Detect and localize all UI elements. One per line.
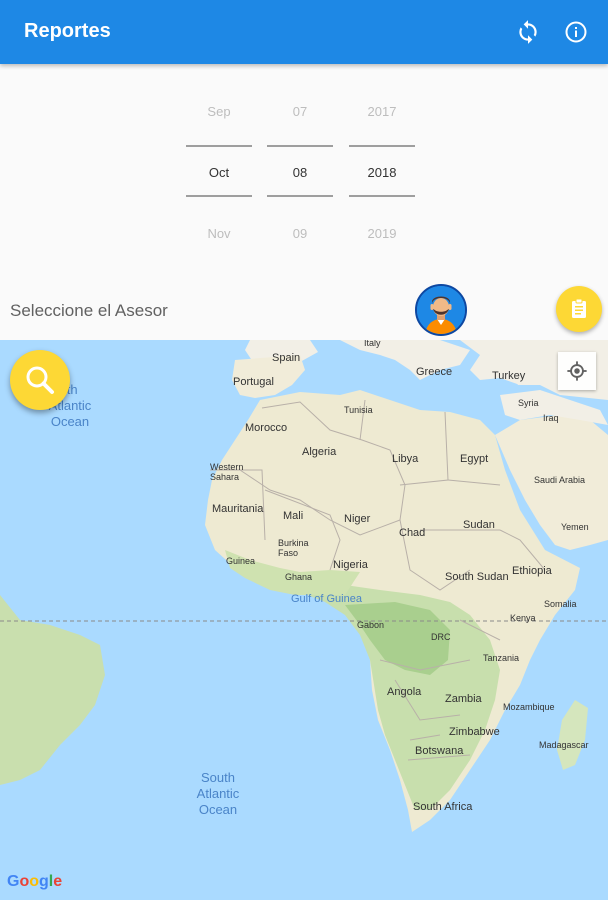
map-label: Niger: [344, 513, 371, 525]
app-title: Reportes: [24, 20, 111, 42]
map-label: Portugal: [233, 376, 274, 388]
day-next[interactable]: 09: [267, 226, 333, 241]
year-next[interactable]: 2019: [349, 226, 415, 241]
divider: [186, 195, 252, 197]
map-label: Zambia: [445, 693, 482, 705]
report-button[interactable]: [556, 286, 602, 332]
app-bar: Reportes: [0, 0, 608, 64]
map-label: South Sudan: [445, 571, 509, 583]
month-prev[interactable]: Sep: [186, 104, 252, 119]
map-label: Burkina Faso: [278, 538, 309, 558]
map-label: DRC: [431, 632, 451, 642]
map-view[interactable]: Spain Italy Portugal Greece Turkey Tunis…: [0, 340, 608, 900]
map-label: Saudi Arabia: [534, 475, 586, 485]
info-button[interactable]: [560, 16, 592, 48]
map-label: Turkey: [492, 370, 526, 382]
map-label: Guinea: [226, 556, 256, 566]
year-current[interactable]: 2018: [349, 165, 415, 180]
map-label: Egypt: [460, 453, 489, 465]
date-picker: Sep Oct Nov 07 08 09 2017 2018 2019 Sele…: [0, 64, 608, 340]
month-wheel[interactable]: Sep Oct Nov: [186, 64, 252, 264]
map-label: Tunisia: [344, 405, 373, 415]
map-label: Sudan: [463, 519, 495, 531]
year-wheel[interactable]: 2017 2018 2019: [349, 64, 415, 264]
map-label: Mozambique: [503, 702, 555, 712]
map-label: Libya: [392, 453, 419, 465]
asesor-avatar-button[interactable]: [415, 284, 467, 336]
month-current[interactable]: Oct: [186, 165, 252, 180]
map-label: Iraq: [543, 413, 559, 423]
clipboard-icon: [572, 298, 586, 318]
day-prev[interactable]: 07: [267, 104, 333, 119]
refresh-icon: [519, 20, 537, 44]
map-label: Gabon: [357, 620, 385, 630]
map-label: Greece: [416, 366, 453, 378]
map-label: Ethiopia: [512, 565, 552, 577]
divider: [267, 145, 333, 147]
map-label: Nigeria: [333, 559, 368, 571]
year-prev[interactable]: 2017: [349, 104, 415, 119]
map-label: Angola: [387, 686, 422, 698]
map-label: Madagascar: [539, 740, 589, 750]
map-label: Spain: [272, 352, 301, 364]
month-next[interactable]: Nov: [186, 226, 252, 241]
map-label: Kenya: [510, 613, 536, 623]
my-location-button[interactable]: [558, 352, 596, 390]
map-label: Algeria: [302, 446, 337, 458]
map-label: Italy: [364, 340, 381, 348]
map-label: Tanzania: [483, 653, 520, 663]
map-label: Somalia: [544, 599, 577, 609]
map-label: Ghana: [285, 572, 313, 582]
map-label: Mauritania: [212, 503, 264, 515]
map-label: Botswana: [415, 745, 464, 757]
map-label: Gulf of Guinea: [291, 593, 362, 605]
info-icon: [565, 21, 587, 43]
map-label: Yemen: [561, 522, 589, 532]
map-label: Zimbabwe: [449, 726, 500, 738]
map-label: Mali: [283, 510, 304, 522]
day-wheel[interactable]: 07 08 09: [267, 64, 333, 264]
avatar-icon: [417, 286, 465, 334]
map-label: Syria: [518, 398, 539, 408]
day-current[interactable]: 08: [267, 165, 333, 180]
divider: [186, 145, 252, 147]
divider: [349, 195, 415, 197]
my-location-icon: [567, 361, 587, 381]
map-label: Chad: [399, 527, 426, 539]
asesor-label[interactable]: Seleccione el Asesor: [10, 301, 168, 321]
refresh-button[interactable]: [512, 16, 544, 48]
search-icon: [26, 366, 54, 394]
divider: [349, 145, 415, 147]
map-label: Western Sahara: [210, 462, 244, 482]
google-logo: Google: [7, 873, 63, 890]
map-label: South Africa: [413, 801, 473, 813]
map-label: South Atlantic Ocean: [196, 770, 240, 817]
map-label: Morocco: [245, 422, 288, 434]
divider: [267, 195, 333, 197]
search-button[interactable]: [10, 350, 70, 410]
